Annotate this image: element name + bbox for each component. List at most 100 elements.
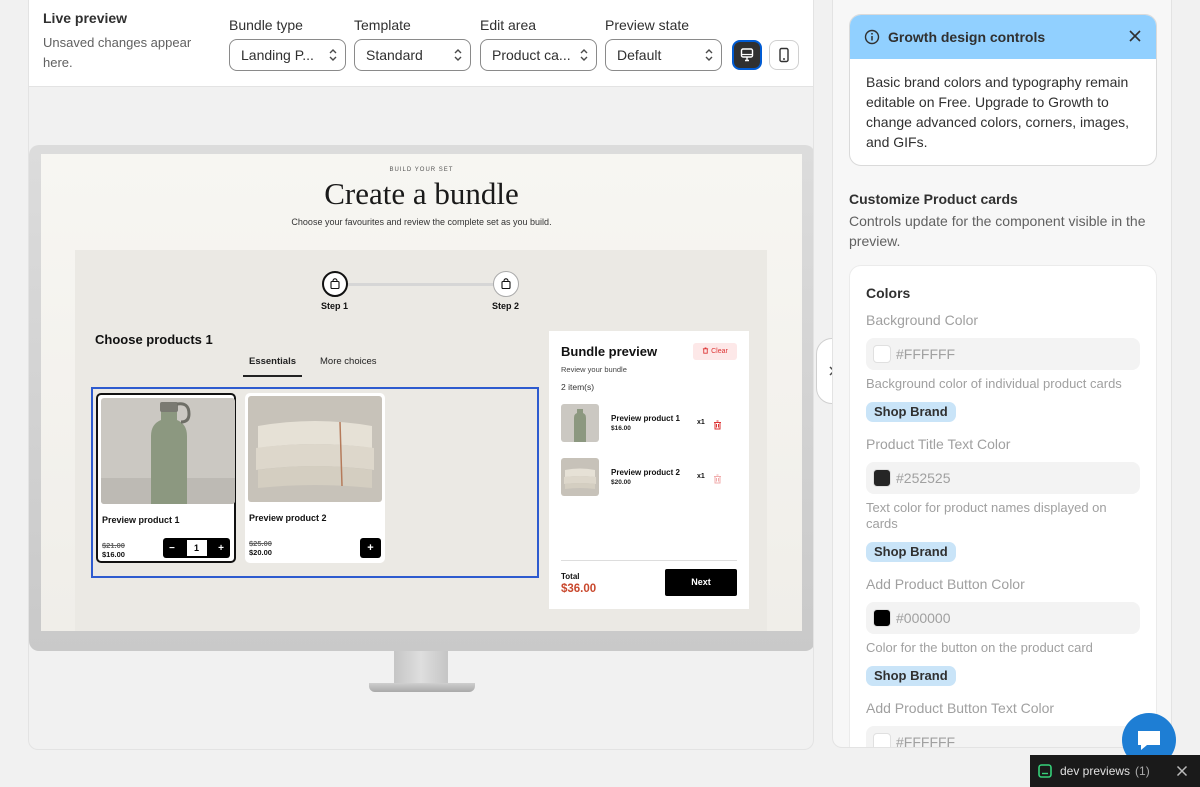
dev-previews-count: (1) xyxy=(1135,764,1150,778)
trash-icon xyxy=(703,347,709,354)
close-icon xyxy=(1176,765,1188,777)
preview-state-control: Preview state Default xyxy=(605,17,722,71)
add-button-color-field: Add Product Button Color #000000 Color f… xyxy=(866,576,1140,686)
quantity-stepper[interactable]: − 1 + xyxy=(163,538,230,558)
product-compare-price: $25.00 xyxy=(249,539,272,548)
bundle-type-select[interactable]: Landing P... xyxy=(229,39,346,71)
clear-bundle-button[interactable]: Clear xyxy=(693,343,737,360)
color-value: #000000 xyxy=(896,610,951,626)
tab-more-choices[interactable]: More choices xyxy=(320,356,377,367)
trash-icon xyxy=(714,474,721,484)
next-button[interactable]: Next xyxy=(665,569,737,596)
field-help-text: Background color of individual product c… xyxy=(866,376,1122,391)
color-input[interactable]: #000000 xyxy=(866,602,1140,634)
mobile-icon xyxy=(779,47,789,63)
bag-icon xyxy=(330,278,340,290)
growth-upgrade-banner: Growth design controls Basic brand color… xyxy=(849,14,1157,166)
banner-header: Growth design controls xyxy=(850,15,1156,59)
bundle-builder: Step 1 Step 2 Choose products 1 Essentia… xyxy=(75,250,767,631)
product-compare-price: $21.00 xyxy=(102,541,125,550)
dismiss-banner-button[interactable] xyxy=(1128,29,1142,48)
bundle-item-thumb xyxy=(561,458,599,496)
design-settings-panel: Growth design controls Basic brand color… xyxy=(832,0,1172,748)
product-title: Preview product 1 xyxy=(102,515,180,525)
terminal-icon xyxy=(1038,764,1052,778)
mobile-view-button[interactable] xyxy=(769,40,799,70)
trash-icon xyxy=(714,420,721,430)
color-value: #252525 xyxy=(896,470,951,486)
product-card[interactable]: Preview product 2 $25.00 $20.00 + xyxy=(245,393,385,563)
color-swatch[interactable] xyxy=(873,733,891,747)
product-image-towels xyxy=(248,396,382,502)
increment-button[interactable]: + xyxy=(218,543,224,554)
select-arrows-icon xyxy=(454,49,462,61)
edit-area-control: Edit area Product ca... xyxy=(480,17,597,71)
step-2-label: Step 2 xyxy=(492,301,520,311)
bundle-review-text: Review your bundle xyxy=(561,365,627,374)
desktop-view-button[interactable] xyxy=(732,40,762,70)
step-2-indicator[interactable] xyxy=(493,271,519,297)
close-dev-bar-button[interactable] xyxy=(1176,765,1188,780)
field-help-text: Color for the button on the product card xyxy=(866,640,1093,655)
bundle-line-item: Preview product 1 $16.00 x1 xyxy=(561,404,737,442)
bundle-preview-title: Bundle preview xyxy=(561,344,658,359)
field-label: Add Product Button Color xyxy=(866,576,1025,592)
quantity-value: 1 xyxy=(186,540,207,556)
preview-title: Live preview xyxy=(43,10,128,26)
close-icon xyxy=(1129,30,1141,42)
product-cards-edit-area[interactable]: Preview product 1 $21.00 $16.00 − 1 + Pr… xyxy=(91,387,539,578)
active-tab-underline xyxy=(243,375,302,377)
shop-brand-badge[interactable]: Shop Brand xyxy=(866,402,956,422)
color-value: #FFFFFF xyxy=(896,346,956,362)
bundle-type-control: Bundle type Landing P... xyxy=(229,17,346,71)
product-price: $20.00 xyxy=(249,548,272,557)
bundle-item-price: $20.00 xyxy=(611,479,631,486)
decrement-button[interactable]: − xyxy=(169,543,175,554)
product-card[interactable]: Preview product 1 $21.00 $16.00 − 1 + xyxy=(96,393,236,563)
preview-state-select[interactable]: Default xyxy=(605,39,722,71)
bundle-item-qty: x1 xyxy=(697,473,705,480)
color-swatch[interactable] xyxy=(873,609,891,627)
desktop-icon xyxy=(740,48,754,62)
chat-icon xyxy=(1138,731,1160,750)
preview-header: Live preview Unsaved changes appear here… xyxy=(29,0,813,87)
select-arrows-icon xyxy=(705,49,713,61)
total-label: Total xyxy=(561,572,580,581)
dev-previews-label: dev previews xyxy=(1060,764,1131,778)
total-amount: $36.00 xyxy=(561,583,597,595)
bundle-item-thumb xyxy=(561,404,599,442)
add-product-button[interactable]: + xyxy=(360,538,381,558)
color-value: #FFFFFF xyxy=(896,734,956,748)
edit-area-select[interactable]: Product ca... xyxy=(480,39,597,71)
preview-subtitle: Unsaved changes appear here. xyxy=(43,35,192,70)
shop-brand-badge[interactable]: Shop Brand xyxy=(866,666,956,686)
color-swatch[interactable] xyxy=(873,469,891,487)
product-image-bottle xyxy=(101,398,235,504)
field-label: Product Title Text Color xyxy=(866,436,1011,452)
bag-icon xyxy=(501,278,511,290)
field-help-text: Text color for product names displayed o… xyxy=(866,500,1107,531)
remove-item-button[interactable] xyxy=(713,417,722,435)
field-label: Add Product Button Text Color xyxy=(866,700,1055,716)
step-progress-line xyxy=(335,283,507,286)
customize-section-subtitle: Controls update for the component visibl… xyxy=(849,213,1146,249)
product-price: $16.00 xyxy=(102,550,125,559)
colors-title: Colors xyxy=(866,285,911,301)
template-control: Template Standard xyxy=(354,17,471,71)
bundle-item-name: Preview product 1 xyxy=(611,414,680,423)
color-input[interactable]: #252525 xyxy=(866,462,1140,494)
remove-item-button[interactable] xyxy=(713,471,722,489)
color-input[interactable]: #FFFFFF xyxy=(866,338,1140,370)
select-arrows-icon xyxy=(329,49,337,61)
step-1-indicator[interactable] xyxy=(322,271,348,297)
shop-brand-badge[interactable]: Shop Brand xyxy=(866,542,956,562)
dev-previews-bar[interactable]: dev previews (1) xyxy=(1030,755,1200,787)
color-swatch[interactable] xyxy=(873,345,891,363)
info-icon xyxy=(864,29,880,45)
color-input[interactable]: #FFFFFF xyxy=(866,726,1140,748)
template-select[interactable]: Standard xyxy=(354,39,471,71)
field-label: Background Color xyxy=(866,312,979,328)
tab-essentials[interactable]: Essentials xyxy=(249,356,296,367)
background-color-field: Background Color #FFFFFF Background colo… xyxy=(866,312,1140,422)
bundle-item-qty: x1 xyxy=(697,419,705,426)
